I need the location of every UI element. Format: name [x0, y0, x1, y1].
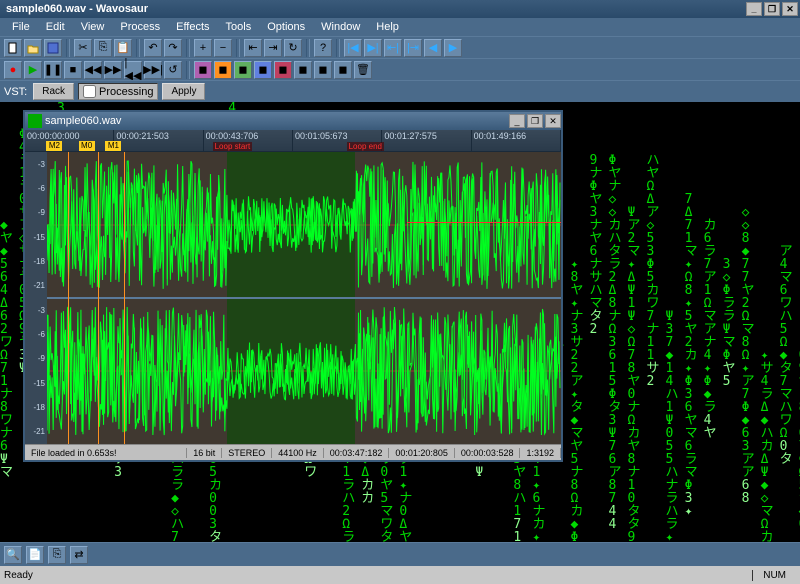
redo-button[interactable]: ↷ — [164, 39, 182, 57]
tool1-button[interactable]: 🔍 — [4, 546, 22, 564]
time-ruler[interactable]: 00:00:00:000 00:00:21:503 00:00:43:706 0… — [25, 130, 561, 152]
goto-end-button[interactable]: ⇥ — [264, 39, 282, 57]
help-button[interactable]: ? — [314, 39, 332, 57]
vst-rack-button[interactable]: Rack — [33, 83, 74, 100]
main-statusbar: Ready NUM — [0, 566, 800, 584]
new-button[interactable] — [4, 39, 22, 57]
marker-row: M2 M0 M1 Loop start Loop end — [25, 141, 561, 151]
fx1-button[interactable]: ◼ — [194, 61, 212, 79]
record-button[interactable]: ● — [4, 61, 22, 79]
skip-end-button[interactable]: ▶▶| — [144, 61, 162, 79]
goto-start-button[interactable]: ⇤ — [244, 39, 262, 57]
toolbar-transport: ● ▶ ❚❚ ■ ◀◀ ▶▶ |◀◀ ▶▶| ↺ ◼ ◼ ◼ ◼ ◼ ◼ ◼ ◼… — [0, 58, 800, 80]
status-bits: 16 bit — [187, 448, 222, 458]
delete-button[interactable]: 🗑 — [354, 61, 372, 79]
close-button[interactable]: ✕ — [782, 2, 798, 16]
menu-options[interactable]: Options — [259, 19, 313, 35]
vst-apply-button[interactable]: Apply — [162, 83, 205, 100]
refresh-button[interactable]: ↻ — [284, 39, 302, 57]
tool4-button[interactable]: ⇄ — [70, 546, 88, 564]
sel-right-button[interactable]: ▶ — [444, 39, 462, 57]
wave-icon — [28, 114, 42, 128]
stop-button[interactable]: ■ — [64, 61, 82, 79]
skip-start-button[interactable]: |◀◀ — [124, 61, 142, 79]
maximize-button[interactable]: ❐ — [764, 2, 780, 16]
fx5-button[interactable]: ◼ — [274, 61, 292, 79]
child-statusbar: File loaded in 0.653s! 16 bit STEREO 441… — [25, 444, 561, 460]
rewind-button[interactable]: ◀◀ — [84, 61, 102, 79]
undo-button[interactable]: ↶ — [144, 39, 162, 57]
open-button[interactable] — [24, 39, 42, 57]
play-button[interactable]: ▶ — [24, 61, 42, 79]
menu-tools[interactable]: Tools — [218, 19, 260, 35]
fx2-button[interactable]: ◼ — [214, 61, 232, 79]
loop-toggle-button[interactable]: ↺ — [164, 61, 182, 79]
status-rate: 44100 Hz — [272, 448, 324, 458]
status-duration: 00:03:47:182 — [324, 448, 390, 458]
menu-window[interactable]: Window — [313, 19, 368, 35]
loop-end-marker[interactable]: Loop end — [347, 142, 384, 151]
main-titlebar: sample060.wav - Wavosaur _ ❐ ✕ — [0, 0, 800, 18]
marker-prev-button[interactable]: |◀ — [344, 39, 362, 57]
child-maximize-button[interactable]: ❐ — [527, 114, 543, 128]
menu-file[interactable]: File — [4, 19, 38, 35]
fx3-button[interactable]: ◼ — [234, 61, 252, 79]
statusbar-left: Ready — [4, 570, 752, 581]
minimize-button[interactable]: _ — [746, 2, 762, 16]
status-mode: STEREO — [222, 448, 272, 458]
menubar: File Edit View Process Effects Tools Opt… — [0, 18, 800, 36]
marker-next-button[interactable]: ▶| — [364, 39, 382, 57]
fx6-button[interactable]: ◼ — [294, 61, 312, 79]
pause-button[interactable]: ❚❚ — [44, 61, 62, 79]
marker-M2[interactable]: M2 — [46, 141, 62, 151]
zoom-in-button[interactable]: + — [194, 39, 212, 57]
tool3-button[interactable]: ⎘ — [48, 546, 66, 564]
loop-start-marker[interactable]: Loop start — [213, 142, 253, 151]
statusbar-num: NUM — [752, 570, 796, 581]
child-title-text: sample060.wav — [45, 115, 507, 127]
vst-bar: VST: Rack Processing Apply — [0, 80, 800, 102]
paste-button[interactable]: 📋 — [114, 39, 132, 57]
menu-view[interactable]: View — [73, 19, 113, 35]
copy-button[interactable]: ⎘ — [94, 39, 112, 57]
marker-M0[interactable]: M0 — [79, 141, 95, 151]
waveform-area[interactable]: -3-6-9-15-18-21-3-6-9-15-18-21 — [25, 152, 561, 444]
status-sel1: 00:01:20:805 — [389, 448, 455, 458]
menu-process[interactable]: Process — [112, 19, 168, 35]
status-msg: File loaded in 0.653s! — [25, 448, 187, 458]
status-sel2: 00:00:03:528 — [455, 448, 521, 458]
mdi-area: ◆ヤ◆564Δ62ワΩ71ナ8ワナ6ΨマΦ4ラ1ラ0サア◇サナヤ05Ω9ヤ3Ψ0… — [0, 102, 800, 542]
menu-edit[interactable]: Edit — [38, 19, 73, 35]
forward-button[interactable]: ▶▶ — [104, 61, 122, 79]
vst-processing-toggle[interactable]: Processing — [78, 83, 158, 100]
child-minimize-button[interactable]: _ — [509, 114, 525, 128]
child-close-button[interactable]: ✕ — [545, 114, 561, 128]
fx8-button[interactable]: ◼ — [334, 61, 352, 79]
toolbar-file: ✂ ⎘ 📋 ↶ ↷ + − ⇤ ⇥ ↻ ? |◀ ▶| ⇤| |⇥ ◀ ▶ — [0, 36, 800, 58]
marker-M1[interactable]: M1 — [105, 141, 121, 151]
db-scale-left: -3-6-9-15-18-21-3-6-9-15-18-21 — [25, 152, 47, 444]
status-ratio: 1:3192 — [520, 448, 561, 458]
cut-button[interactable]: ✂ — [74, 39, 92, 57]
bottom-toolbar: 🔍 📄 ⎘ ⇄ — [0, 542, 800, 566]
loop-end-button[interactable]: |⇥ — [404, 39, 422, 57]
app-title: sample060.wav - Wavosaur — [2, 3, 744, 15]
tool2-button[interactable]: 📄 — [26, 546, 44, 564]
save-button[interactable] — [44, 39, 62, 57]
menu-effects[interactable]: Effects — [168, 19, 217, 35]
vst-label: VST: — [4, 86, 27, 98]
child-titlebar[interactable]: sample060.wav _ ❐ ✕ — [25, 112, 561, 130]
zoom-out-button[interactable]: − — [214, 39, 232, 57]
fx7-button[interactable]: ◼ — [314, 61, 332, 79]
sel-left-button[interactable]: ◀ — [424, 39, 442, 57]
fx4-button[interactable]: ◼ — [254, 61, 272, 79]
waveform-canvas[interactable] — [47, 152, 561, 444]
menu-help[interactable]: Help — [368, 19, 407, 35]
loop-start-button[interactable]: ⇤| — [384, 39, 402, 57]
waveform-window[interactable]: sample060.wav _ ❐ ✕ 00:00:00:000 00:00:2… — [23, 110, 563, 462]
